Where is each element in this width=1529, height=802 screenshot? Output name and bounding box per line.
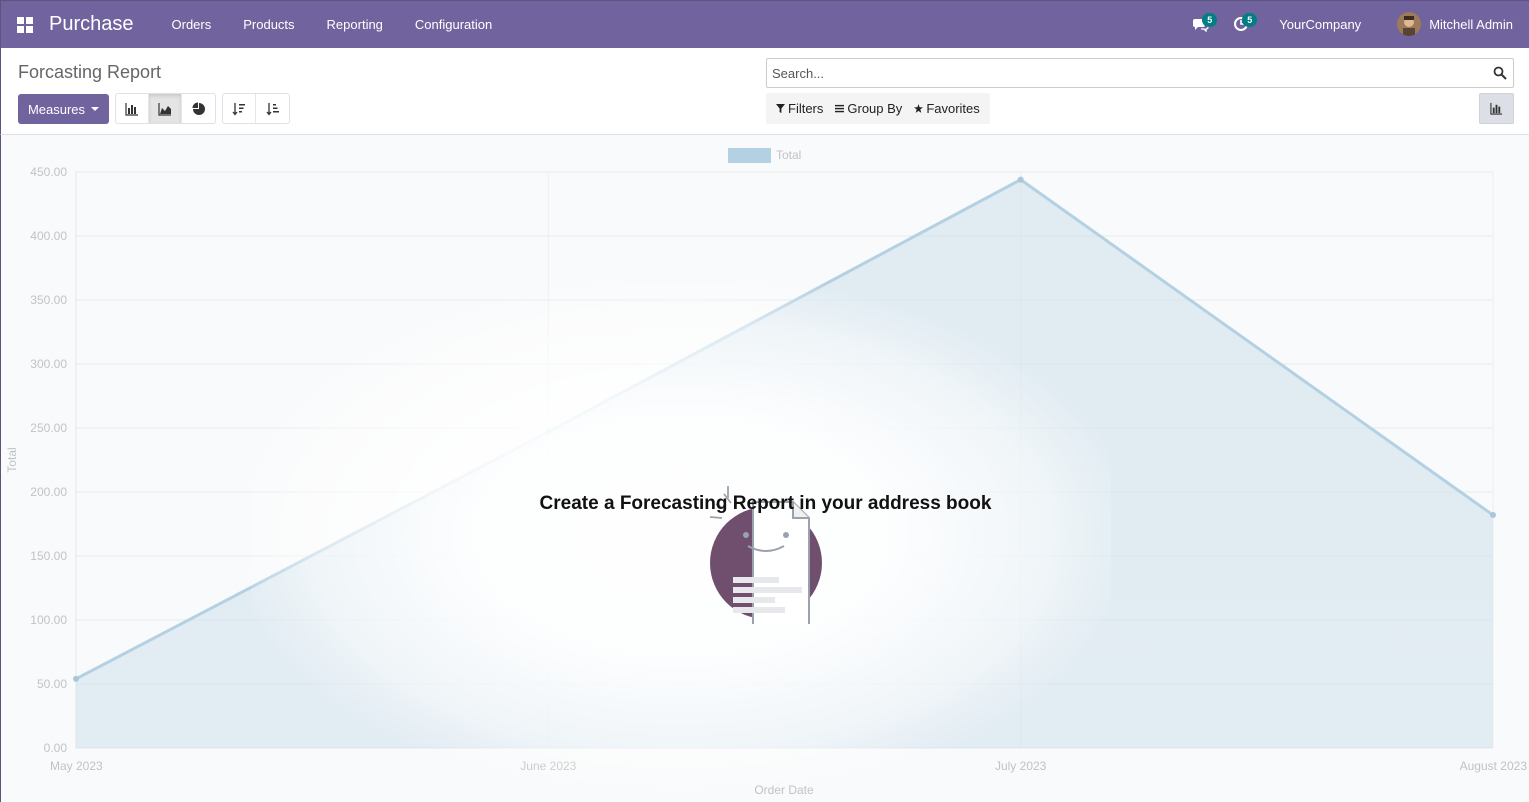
systray: 5 5 YourCompany Mitchell Admin — [1181, 1, 1529, 47]
y-tick-label: 250.00 — [30, 421, 67, 435]
page-title: Forcasting Report — [18, 62, 162, 82]
sort-ascending-button[interactable] — [256, 94, 289, 123]
search-icon[interactable] — [1493, 66, 1507, 80]
bar-chart-icon — [1490, 102, 1503, 115]
messages-button[interactable]: 5 — [1181, 1, 1221, 47]
bar-chart-icon — [125, 102, 138, 116]
graph-view-content: 0.00 50.00 100.00 150.00 200.00 250.00 300.00 3… — [0, 135, 1529, 802]
data-point[interactable] — [545, 428, 552, 435]
filters-button[interactable]: Filters — [770, 93, 829, 124]
search-input[interactable] — [772, 65, 1472, 81]
menu-reporting[interactable]: Reporting — [311, 2, 399, 48]
sort-descending-button[interactable] — [223, 94, 256, 123]
x-axis-title: Order Date — [754, 783, 814, 797]
x-tick-label: August 2023 — [1460, 759, 1528, 773]
legend-label-total: Total — [776, 148, 801, 162]
company-switcher[interactable]: YourCompany — [1261, 17, 1379, 32]
x-tick-label: June 2023 — [520, 759, 576, 773]
user-name: Mitchell Admin — [1429, 16, 1513, 32]
list-icon — [835, 104, 845, 113]
search-options-bar: Filters Group By Favorites — [766, 93, 990, 124]
chart-mode-group — [115, 93, 216, 124]
y-axis-ticks: 0.0050.00100.00150.00200.00250.00300.003… — [30, 165, 67, 755]
main-navbar: Purchase Orders Products Reporting Confi… — [0, 0, 1529, 48]
x-axis-ticks: May 2023 June 2023 July 2023 August 2023 — [50, 759, 1527, 773]
y-tick-label: 300.00 — [30, 357, 67, 371]
filters-label: Filters — [788, 101, 824, 116]
measures-label: Measures — [27, 101, 86, 117]
no-content-helper-title: Create a Forecasting Report in your addr… — [539, 493, 992, 514]
group-by-button[interactable]: Group By — [829, 93, 908, 124]
x-tick-label: July 2023 — [995, 759, 1047, 773]
favorites-label: Favorites — [926, 101, 980, 116]
y-tick-label: 0.00 — [44, 741, 68, 755]
chart-legend[interactable]: Total — [728, 148, 801, 163]
sort-amount-asc-icon — [265, 102, 279, 116]
area-chart-icon — [158, 102, 171, 116]
control-panel: Forcasting Report Measures Filters — [0, 48, 1529, 135]
sort-amount-desc-icon — [232, 102, 245, 116]
y-tick-label: 400.00 — [30, 229, 67, 243]
y-tick-label: 100.00 — [30, 613, 67, 627]
chart-series-layer — [73, 176, 1496, 748]
activities-count-badge: 5 — [1242, 13, 1258, 27]
user-menu[interactable]: Mitchell Admin — [1379, 12, 1529, 36]
y-tick-label: 450.00 — [30, 165, 67, 179]
graph-view-button[interactable] — [1479, 93, 1514, 124]
y-tick-label: 150.00 — [30, 549, 67, 563]
y-tick-label: 350.00 — [30, 293, 67, 307]
caret-down-icon — [91, 107, 100, 111]
search-bar — [766, 58, 1514, 88]
area-chart: 0.0050.00100.00150.00200.00250.00300.003… — [5, 148, 1527, 797]
star-icon — [914, 104, 924, 113]
data-point[interactable] — [1017, 176, 1024, 183]
funnel-icon — [776, 104, 785, 113]
app-brand[interactable]: Purchase — [49, 13, 134, 36]
messages-count-badge: 5 — [1202, 13, 1218, 27]
sort-order-group — [222, 93, 290, 124]
menu-products[interactable]: Products — [227, 2, 310, 48]
favorites-button[interactable]: Favorites — [908, 93, 985, 124]
group-by-label: Group By — [847, 101, 903, 116]
line-chart-mode-button[interactable] — [149, 94, 182, 123]
legend-swatch-total — [728, 148, 771, 163]
series-area-total — [76, 179, 1493, 748]
menu-orders[interactable]: Orders — [156, 2, 228, 48]
bar-chart-mode-button[interactable] — [116, 94, 149, 123]
pie-chart-icon — [192, 102, 205, 115]
y-tick-label: 50.00 — [37, 677, 67, 691]
data-point[interactable] — [73, 675, 79, 682]
menu-configuration[interactable]: Configuration — [399, 2, 508, 48]
user-avatar — [1397, 12, 1422, 36]
measures-dropdown-button[interactable]: Measures — [18, 94, 109, 124]
activities-button[interactable]: 5 — [1221, 1, 1261, 47]
y-axis-title: Total — [5, 447, 19, 472]
pie-chart-mode-button[interactable] — [182, 94, 215, 123]
app-menu-grid-icon[interactable] — [1, 2, 49, 48]
x-tick-label: May 2023 — [50, 759, 103, 773]
